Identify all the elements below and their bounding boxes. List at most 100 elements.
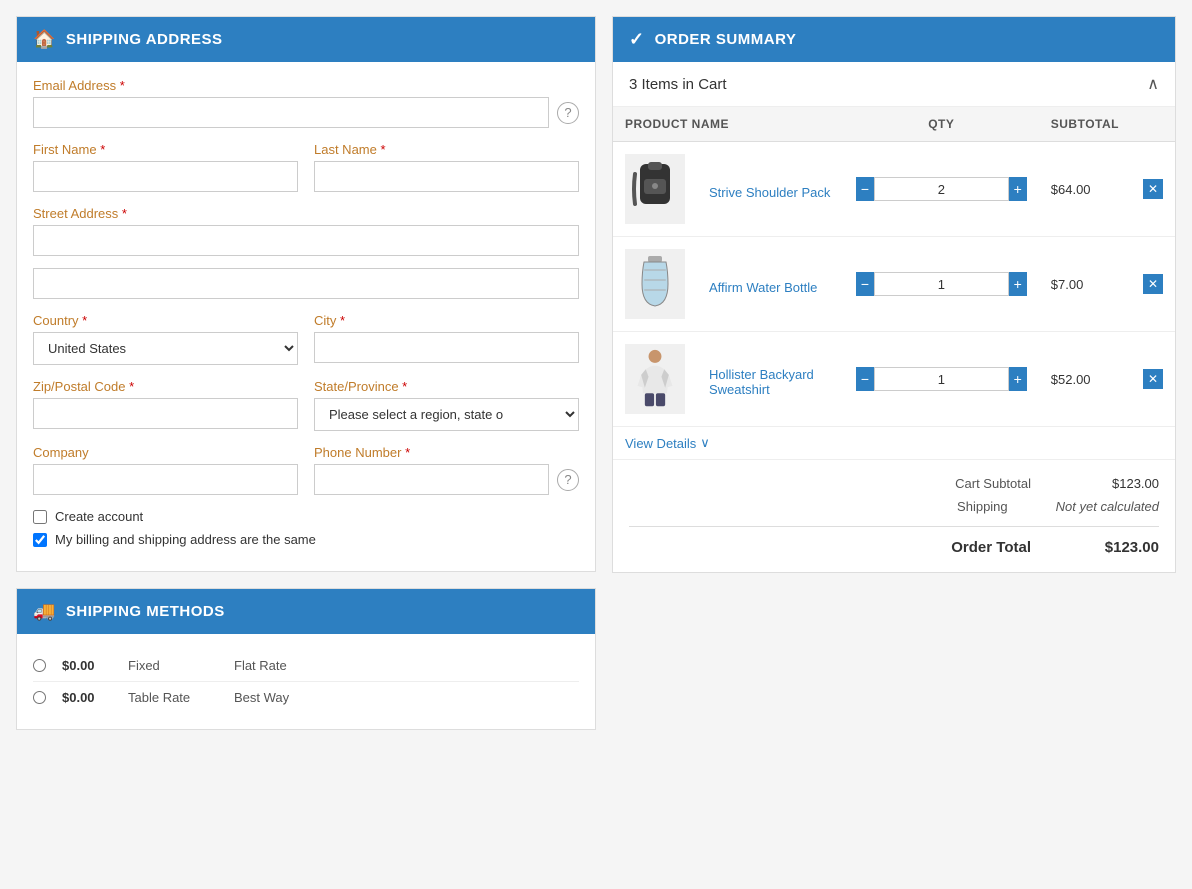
col-product: PRODUCT NAME [613, 107, 844, 142]
city-label: City * [314, 313, 579, 328]
order-summary-title: ORDER SUMMARY [655, 31, 797, 48]
first-name-label: First Name * [33, 142, 298, 157]
order-summary-section: ✓ ORDER SUMMARY 3 Items in Cart ∧ PRODUC… [612, 16, 1176, 573]
product-table: PRODUCT NAME QTY SUBTOTAL [613, 107, 1175, 427]
qty-increase-1[interactable]: + [1009, 272, 1027, 296]
remove-button-1[interactable]: ✕ [1143, 274, 1163, 294]
company-phone-row: Company Phone Number * ? [33, 445, 579, 495]
email-group: Email Address * ? [33, 78, 579, 128]
billing-same-row: My billing and shipping address are the … [33, 532, 579, 547]
view-details-label: View Details [625, 436, 696, 451]
shipping-methods-body: $0.00 Fixed Flat Rate $0.00 Table Rate B… [17, 634, 595, 729]
phone-input[interactable] [314, 464, 549, 495]
cart-toggle[interactable]: 3 Items in Cart ∧ [613, 62, 1175, 107]
method-type-0: Fixed [128, 658, 218, 673]
qty-input-0[interactable] [874, 177, 1009, 201]
product-name-link-1[interactable]: Affirm Water Bottle [709, 280, 832, 295]
qty-input-1[interactable] [874, 272, 1009, 296]
method-price-0: $0.00 [62, 658, 112, 673]
last-name-group: Last Name * [314, 142, 579, 192]
first-name-group: First Name * [33, 142, 298, 192]
name-row: First Name * Last Name * [33, 142, 579, 192]
table-row: Strive Shoulder Pack − + $64.00 [613, 142, 1175, 237]
left-column: 🏠 SHIPPING ADDRESS Email Address * ? [16, 16, 596, 730]
create-account-row: Create account [33, 509, 579, 524]
shipping-methods-header: 🚚 SHIPPING METHODS [17, 589, 595, 634]
country-group: Country * United States [33, 313, 298, 365]
shipping-address-section: 🏠 SHIPPING ADDRESS Email Address * ? [16, 16, 596, 572]
view-details-chevron-icon: ∨ [700, 435, 710, 451]
qty-increase-0[interactable]: + [1009, 177, 1027, 201]
product-image-cell-2 [613, 332, 697, 427]
product-subtotal-cell-0: $64.00 [1039, 142, 1131, 237]
state-select[interactable]: Please select a region, state o [314, 398, 579, 431]
product-image-1 [625, 249, 685, 319]
zip-input[interactable] [33, 398, 298, 429]
chevron-up-icon: ∧ [1147, 74, 1159, 94]
qty-decrease-0[interactable]: − [856, 177, 874, 201]
product-subtotal-cell-2: $52.00 [1039, 332, 1131, 427]
product-subtotal-cell-1: $7.00 [1039, 237, 1131, 332]
shipping-label: Shipping [878, 499, 1008, 514]
city-input[interactable] [314, 332, 579, 363]
billing-same-label: My billing and shipping address are the … [55, 532, 316, 547]
product-subtotal-2: $52.00 [1051, 372, 1091, 387]
order-total-label: Order Total [901, 539, 1031, 556]
phone-help-icon[interactable]: ? [557, 469, 579, 491]
shipping-methods-title: SHIPPING METHODS [66, 603, 225, 620]
email-label: Email Address * [33, 78, 579, 93]
zip-state-row: Zip/Postal Code * State/Province * Pleas… [33, 379, 579, 431]
street-address-input-1[interactable] [33, 225, 579, 256]
method-type-1: Table Rate [128, 690, 218, 705]
product-image-0 [625, 154, 685, 224]
qty-decrease-2[interactable]: − [856, 367, 874, 391]
email-input[interactable] [33, 97, 549, 128]
qty-input-2[interactable] [874, 367, 1009, 391]
qty-decrease-1[interactable]: − [856, 272, 874, 296]
shipping-address-form: Email Address * ? First Name [17, 62, 595, 571]
country-city-row: Country * United States City * [33, 313, 579, 365]
remove-button-2[interactable]: ✕ [1143, 369, 1163, 389]
remove-button-0[interactable]: ✕ [1143, 179, 1163, 199]
col-subtotal: SUBTOTAL [1039, 107, 1131, 142]
product-image-cell-0 [613, 142, 697, 237]
product-name-cell-0: Strive Shoulder Pack [697, 142, 844, 237]
qty-increase-2[interactable]: + [1009, 367, 1027, 391]
state-label: State/Province * [314, 379, 579, 394]
method-price-1: $0.00 [62, 690, 112, 705]
product-qty-cell-0: − + [844, 142, 1039, 237]
create-account-checkbox[interactable] [33, 510, 47, 524]
billing-same-checkbox[interactable] [33, 533, 47, 547]
totals-divider [629, 526, 1159, 527]
table-header-row: PRODUCT NAME QTY SUBTOTAL [613, 107, 1175, 142]
first-name-input[interactable] [33, 161, 298, 192]
order-total-value: $123.00 [1079, 539, 1159, 556]
create-account-label: Create account [55, 509, 143, 524]
shipping-row: Shipping Not yet calculated [629, 495, 1159, 518]
last-name-input[interactable] [314, 161, 579, 192]
phone-label: Phone Number * [314, 445, 579, 460]
product-qty-cell-2: − + [844, 332, 1039, 427]
cart-subtotal-row: Cart Subtotal $123.00 [629, 472, 1159, 495]
product-remove-cell-0: ✕ [1131, 142, 1175, 237]
col-qty: QTY [844, 107, 1039, 142]
shipping-method-radio-0[interactable] [33, 659, 46, 672]
product-name-link-2[interactable]: Hollister Backyard Sweatshirt [709, 367, 832, 397]
company-input[interactable] [33, 464, 298, 495]
table-row: Affirm Water Bottle − + $7.00 [613, 237, 1175, 332]
street-address-group: Street Address * [33, 206, 579, 299]
qty-control-2: − + [856, 367, 1027, 391]
product-name-link-0[interactable]: Strive Shoulder Pack [709, 185, 832, 200]
email-row: ? [33, 97, 579, 128]
country-select[interactable]: United States [33, 332, 298, 365]
shipping-address-header: 🏠 SHIPPING ADDRESS [17, 17, 595, 62]
shipping-method-radio-1[interactable] [33, 691, 46, 704]
product-remove-cell-1: ✕ [1131, 237, 1175, 332]
view-details-button[interactable]: View Details ∨ [613, 427, 1175, 460]
email-help-icon[interactable]: ? [557, 102, 579, 124]
product-qty-cell-1: − + [844, 237, 1039, 332]
product-image-cell-1 [613, 237, 697, 332]
street-address-input-2[interactable] [33, 268, 579, 299]
cart-subtotal-label: Cart Subtotal [901, 476, 1031, 491]
checkmark-icon: ✓ [629, 29, 645, 50]
